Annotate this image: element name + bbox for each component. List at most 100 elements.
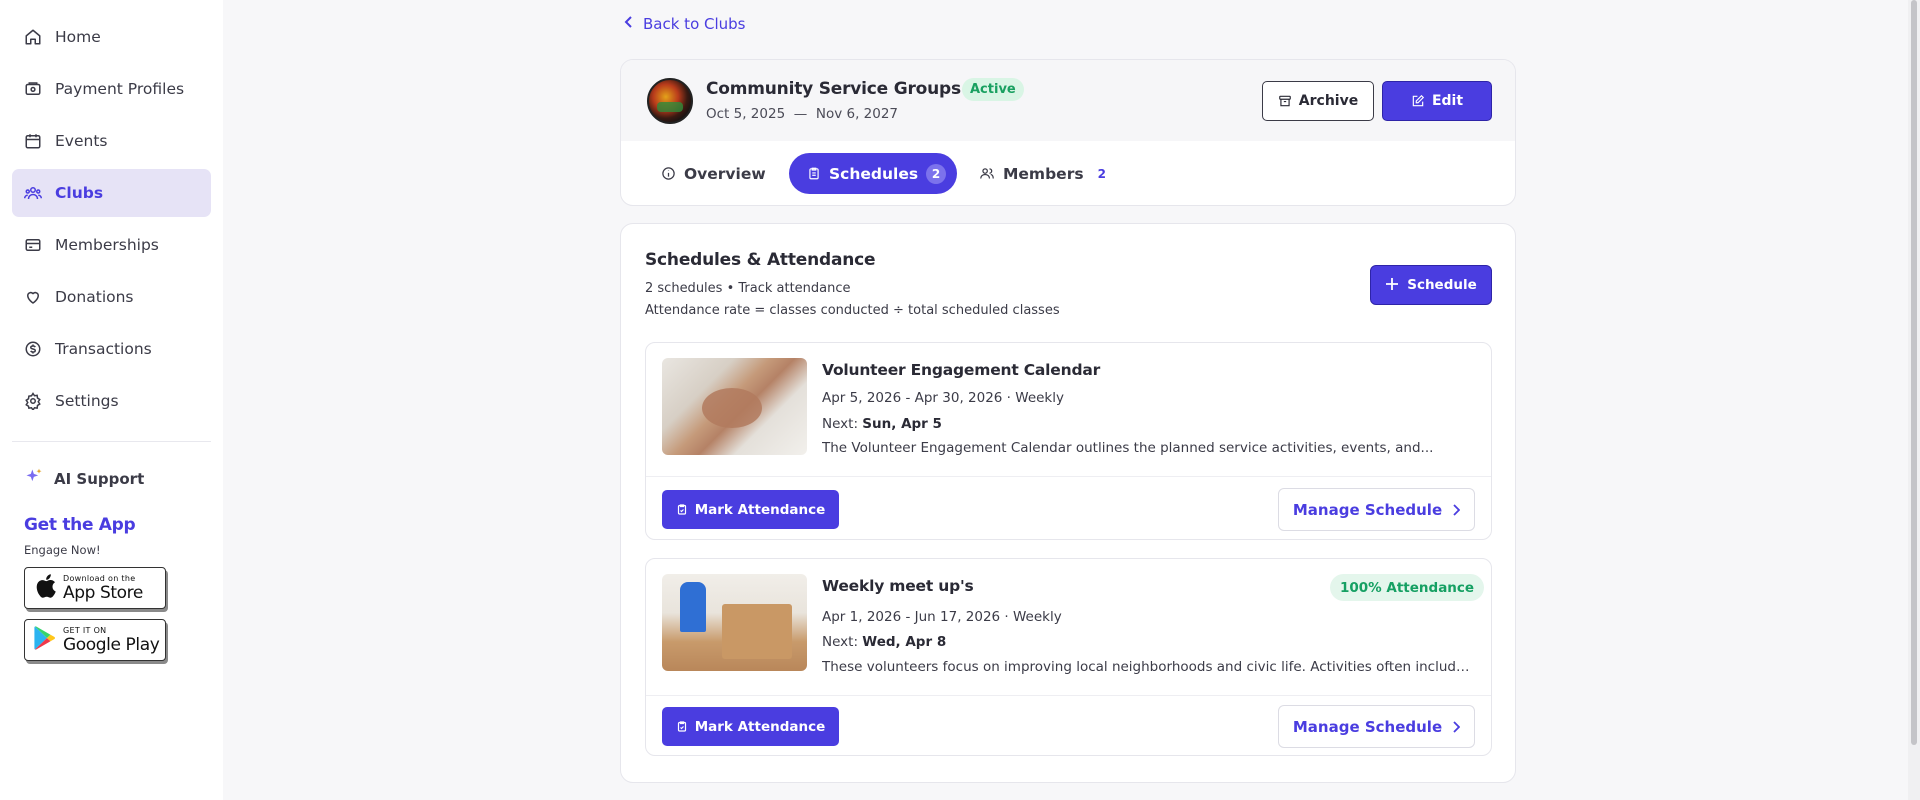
users-icon [24,184,42,202]
edit-icon [1411,94,1425,108]
sidebar-nav: Home Payment Profiles Events Clubs Membe… [0,0,223,425]
manage-schedule-button[interactable]: Manage Schedule [1278,488,1475,531]
schedule-next-label: Next: [822,634,863,650]
sidebar-item-label: Transactions [55,340,152,358]
back-link-label: Back to Clubs [643,15,746,33]
schedule-description: The Volunteer Engagement Calendar outlin… [822,440,1434,456]
google-play-small-text: GET IT ON [63,625,107,635]
sidebar-item-memberships[interactable]: Memberships [12,221,211,269]
chevron-left-icon [624,15,634,33]
tab-overview-label: Overview [684,164,766,183]
archive-button[interactable]: Archive [1262,81,1374,121]
edit-label: Edit [1431,93,1464,109]
google-play-icon [33,625,57,655]
back-to-clubs-link[interactable]: Back to Clubs [624,15,746,33]
schedules-card: Schedules & Attendance 2 schedules • Tra… [620,223,1516,783]
sidebar-item-payment-profiles[interactable]: Payment Profiles [12,65,211,113]
get-app-section: Get the App Engage Now! Download on the … [0,515,223,661]
schedules-title: Schedules & Attendance [645,250,876,270]
gear-icon [24,392,42,410]
schedule-item: Volunteer Engagement Calendar Apr 5, 202… [645,342,1492,540]
sidebar-item-donations[interactable]: Donations [12,273,211,321]
chevron-right-icon [1452,503,1461,516]
google-play-button[interactable]: GET IT ON Google Play [24,619,166,661]
tab-schedules[interactable]: Schedules 2 [789,153,957,194]
schedule-divider [646,476,1491,477]
schedule-next-label: Next: [822,416,863,432]
google-play-big-text: Google Play [63,634,160,655]
club-dates: Oct 5, 2025 — Nov 6, 2027 [706,106,898,122]
clipboard-icon [807,166,821,181]
club-header-card: Community Service Groups Active Oct 5, 2… [620,59,1516,206]
sparkle-icon [24,467,44,491]
calendar-icon [24,132,42,150]
dollar-circle-icon [24,340,42,358]
archive-icon [1278,94,1292,108]
mark-attendance-button[interactable]: Mark Attendance [662,490,839,529]
archive-label: Archive [1298,93,1359,109]
mark-attendance-label: Mark Attendance [694,718,826,735]
manage-schedule-label: Manage Schedule [1292,500,1443,519]
schedule-next: Next: Wed, Apr 8 [822,634,946,650]
sidebar-item-transactions[interactable]: Transactions [12,325,211,373]
club-header: Community Service Groups Active Oct 5, 2… [621,60,1515,141]
heart-icon [24,288,42,306]
clipboard-check-icon [676,503,688,516]
tab-members-count: 2 [1097,166,1106,181]
schedule-item: Weekly meet up's 100% Attendance Apr 1, … [645,558,1492,756]
add-schedule-label: Schedule [1407,277,1477,293]
sidebar-item-home[interactable]: Home [12,13,211,61]
club-end-date: Nov 6, 2027 [815,106,899,122]
sidebar: Home Payment Profiles Events Clubs Membe… [0,0,223,800]
schedule-title: Volunteer Engagement Calendar [822,361,1101,379]
sidebar-item-label: Memberships [55,236,159,254]
sidebar-item-settings[interactable]: Settings [12,377,211,425]
schedule-title: Weekly meet up's [822,577,974,595]
club-date-separator: — [793,106,808,122]
sidebar-item-label: Clubs [55,184,104,202]
apple-icon [33,573,57,603]
schedule-next-value: Wed, Apr 8 [862,634,947,650]
wallet-icon [24,80,42,98]
scrollbar-thumb[interactable] [1911,0,1917,745]
clipboard-check-icon [676,720,688,733]
sidebar-item-events[interactable]: Events [12,117,211,165]
edit-button[interactable]: Edit [1382,81,1492,121]
app-store-big-text: App Store [63,582,143,603]
tab-schedules-label: Schedules [829,164,919,183]
home-icon [24,28,42,46]
card-icon [24,236,42,254]
app-store-button[interactable]: Download on the App Store [24,567,166,609]
app-store-small-text: Download on the [63,573,136,583]
ai-support-label: AI Support [54,470,145,488]
schedule-thumbnail [662,358,807,455]
club-avatar [647,78,693,124]
club-start-date: Oct 5, 2025 [706,106,786,122]
status-badge: Active [962,78,1024,101]
schedule-description: These volunteers focus on improving loca… [822,659,1472,675]
schedule-divider [646,695,1491,696]
get-app-subtitle: Engage Now! [24,543,101,557]
ai-support-link[interactable]: AI Support [0,454,223,504]
plus-icon [1385,275,1399,296]
add-schedule-button[interactable]: Schedule [1370,265,1492,305]
sidebar-item-label: Donations [55,288,134,306]
tab-members-label: Members [1003,164,1084,183]
schedules-subtitle: 2 schedules • Track attendance [645,281,851,296]
attendance-rate-note: Attendance rate = classes conducted ÷ to… [645,303,1060,318]
tab-members[interactable]: Members 2 [979,153,1106,194]
sidebar-item-label: Events [55,132,108,150]
sidebar-item-label: Payment Profiles [55,80,185,98]
info-icon [661,166,676,181]
tab-overview[interactable]: Overview [661,153,766,194]
mark-attendance-button[interactable]: Mark Attendance [662,707,839,746]
sidebar-item-label: Home [55,28,101,46]
mark-attendance-label: Mark Attendance [694,501,826,518]
page-scrollbar[interactable] [1908,0,1920,800]
sidebar-item-clubs[interactable]: Clubs [12,169,211,217]
schedule-next: Next: Sun, Apr 5 [822,416,942,432]
get-app-title: Get the App [24,515,136,535]
attendance-badge: 100% Attendance [1330,574,1485,601]
schedule-dates: Apr 1, 2026 - Jun 17, 2026 · Weekly [822,609,1062,625]
manage-schedule-button[interactable]: Manage Schedule [1278,705,1475,748]
